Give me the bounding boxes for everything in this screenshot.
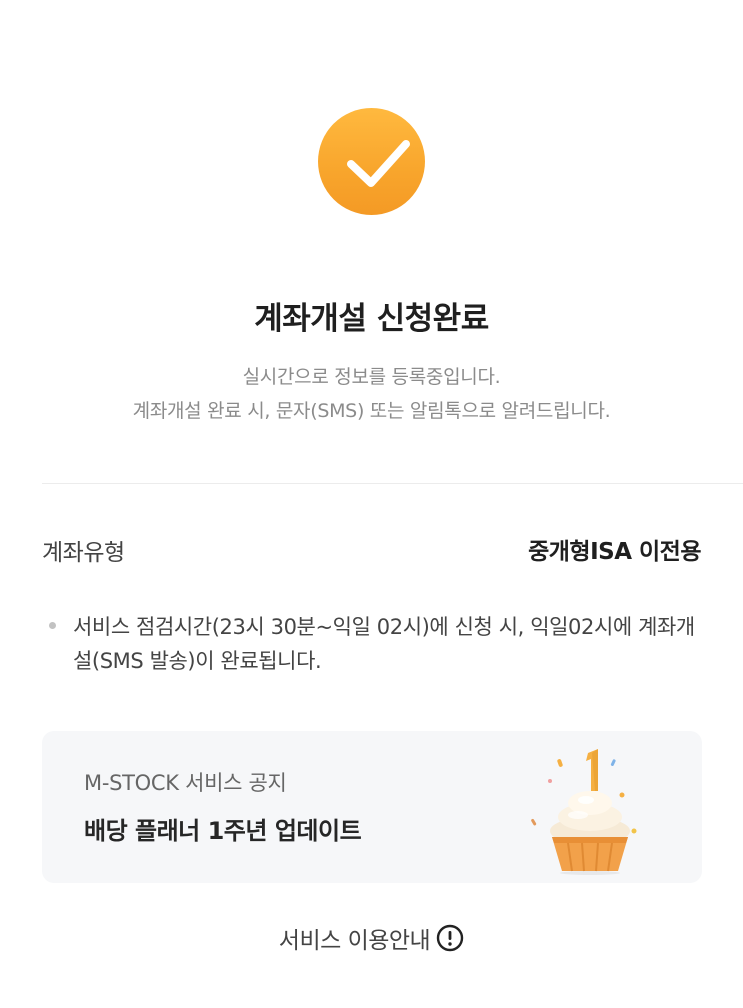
check-circle-icon [318, 108, 425, 215]
banner-small-text: M-STOCK 서비스 공지 [84, 771, 287, 795]
maintenance-notice: 서비스 점검시간(23시 30분~익일 02시)에 신청 시, 익일02시에 계… [73, 615, 695, 673]
page-title: 계좌개설 신청완료 [254, 301, 489, 337]
subtitle-line-2: 계좌개설 완료 시, 문자(SMS) 또는 알림톡으로 알려드립니다. [132, 400, 611, 422]
notice-bullet [49, 622, 56, 629]
banner-title: 배당 플래너 1주년 업데이트 [84, 817, 362, 845]
service-info-label: 서비스 이용안내 [278, 928, 431, 954]
info-icon [436, 924, 464, 952]
cupcake-icon [528, 745, 648, 875]
account-type-value: 중개형ISA 이전용 [528, 539, 701, 565]
account-type-label: 계좌유형 [42, 540, 125, 566]
notice-banner[interactable]: M-STOCK 서비스 공지 배당 플래너 1주년 업데이트 [42, 731, 702, 883]
subtitle-line-1: 실시간으로 정보를 등록중입니다. [242, 366, 501, 388]
service-info-link[interactable]: 서비스 이용안내 [0, 918, 743, 958]
divider [42, 483, 743, 484]
